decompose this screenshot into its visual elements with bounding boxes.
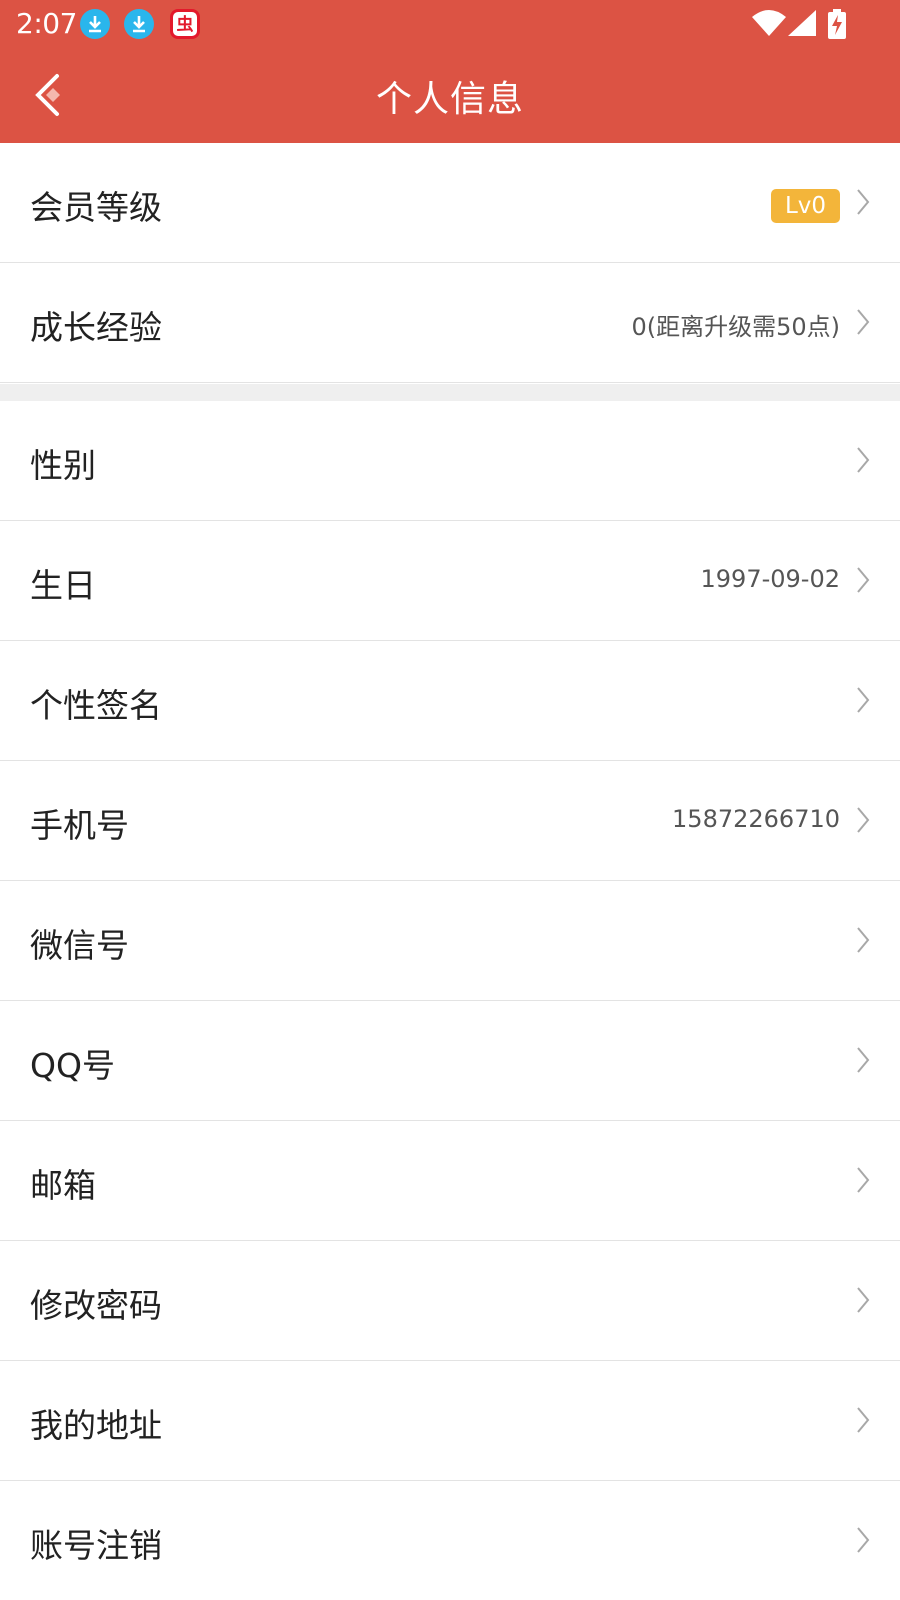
row-signature[interactable]: 个性签名 [0, 641, 900, 761]
row-wechat[interactable]: 微信号 [0, 881, 900, 1001]
chevron-right-icon [857, 1047, 870, 1073]
row-label: 生日 [30, 566, 96, 605]
row-gender[interactable]: 性别 [0, 401, 900, 521]
row-label: 修改密码 [30, 1286, 162, 1325]
row-my-address[interactable]: 我的地址 [0, 1361, 900, 1481]
row-member-level[interactable]: 会员等级 Lv0 [0, 143, 900, 263]
chevron-right-icon [857, 1407, 870, 1433]
battery-charging-icon [828, 9, 846, 39]
signal-icon [788, 10, 816, 36]
section-divider [0, 384, 900, 401]
row-label: QQ号 [30, 1046, 115, 1085]
chevron-right-icon [857, 309, 870, 335]
row-label: 会员等级 [30, 188, 162, 227]
chevron-right-icon [857, 807, 870, 833]
row-qq[interactable]: QQ号 [0, 1001, 900, 1121]
app-header: 2:07 虫 个人信息 [0, 0, 900, 143]
chevron-right-icon [857, 447, 870, 473]
download-icon [80, 9, 110, 39]
status-time: 2:07 [16, 7, 77, 40]
download-icon [124, 9, 154, 39]
chevron-right-icon [857, 189, 870, 215]
chevron-right-icon [857, 1167, 870, 1193]
row-label: 个性签名 [30, 686, 162, 725]
row-phone[interactable]: 手机号 15872266710 [0, 761, 900, 881]
row-growth-exp[interactable]: 成长经验 0(距离升级需50点) [0, 263, 900, 383]
row-value: 15872266710 [672, 805, 840, 833]
row-label: 我的地址 [30, 1406, 162, 1445]
title-bar: 个人信息 [0, 48, 900, 143]
app-icon-glyph: 虫 [176, 15, 194, 35]
row-label: 账号注销 [30, 1526, 162, 1565]
row-birthday[interactable]: 生日 1997-09-02 [0, 521, 900, 641]
row-label: 邮箱 [30, 1166, 96, 1205]
row-email[interactable]: 邮箱 [0, 1121, 900, 1241]
page-title: 个人信息 [375, 79, 524, 120]
row-label: 微信号 [30, 926, 129, 965]
row-change-password[interactable]: 修改密码 [0, 1241, 900, 1361]
chevron-right-icon [857, 1527, 870, 1553]
wifi-icon [752, 10, 786, 36]
row-account-cancel[interactable]: 账号注销 [0, 1481, 900, 1600]
level-badge: Lv0 [770, 189, 840, 223]
row-label: 成长经验 [30, 308, 162, 347]
profile-section: 性别 生日 1997-09-02 个性签名 手机号 15872266710 微信… [0, 401, 900, 1600]
status-bar: 2:07 虫 [0, 0, 900, 48]
membership-section: 会员等级 Lv0 成长经验 0(距离升级需50点) [0, 143, 900, 383]
row-label: 性别 [30, 446, 96, 485]
row-value: 1997-09-02 [700, 565, 840, 593]
chevron-right-icon [857, 567, 870, 593]
row-value: 0(距离升级需50点) [631, 313, 840, 341]
chevron-right-icon [857, 1287, 870, 1313]
app-icon: 虫 [170, 9, 200, 39]
row-label: 手机号 [30, 806, 129, 845]
chevron-right-icon [857, 927, 870, 953]
chevron-right-icon [857, 687, 870, 713]
